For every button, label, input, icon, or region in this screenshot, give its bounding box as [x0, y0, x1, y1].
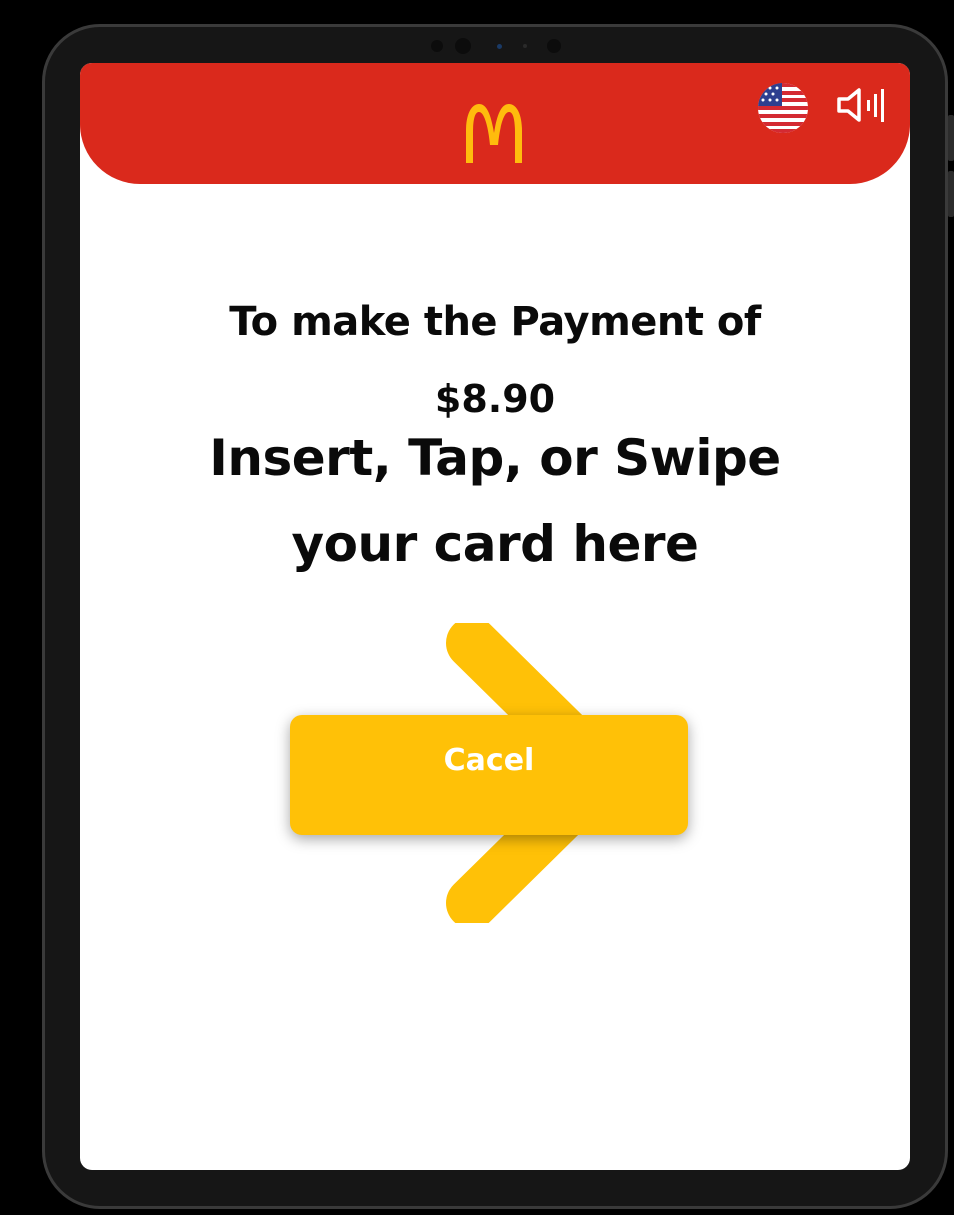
speaker-icon[interactable] — [835, 85, 887, 125]
payment-amount: $8.90 — [434, 377, 556, 421]
header-bar — [80, 63, 910, 184]
volume-up-button — [948, 115, 954, 161]
card-instruction-line2: your card here — [291, 515, 699, 573]
cancel-button[interactable]: Cacel — [290, 715, 688, 835]
front-camera — [431, 36, 571, 56]
us-flag-icon[interactable] — [758, 83, 808, 133]
golden-arches-logo[interactable] — [460, 101, 528, 163]
payment-instruction-title: To make the Payment of — [229, 299, 761, 345]
card-instruction-line1: Insert, Tap, or Swipe — [209, 429, 781, 487]
kiosk-screen: To make the Payment of $8.90 Insert, Tap… — [80, 63, 910, 1170]
volume-down-button — [948, 171, 954, 217]
